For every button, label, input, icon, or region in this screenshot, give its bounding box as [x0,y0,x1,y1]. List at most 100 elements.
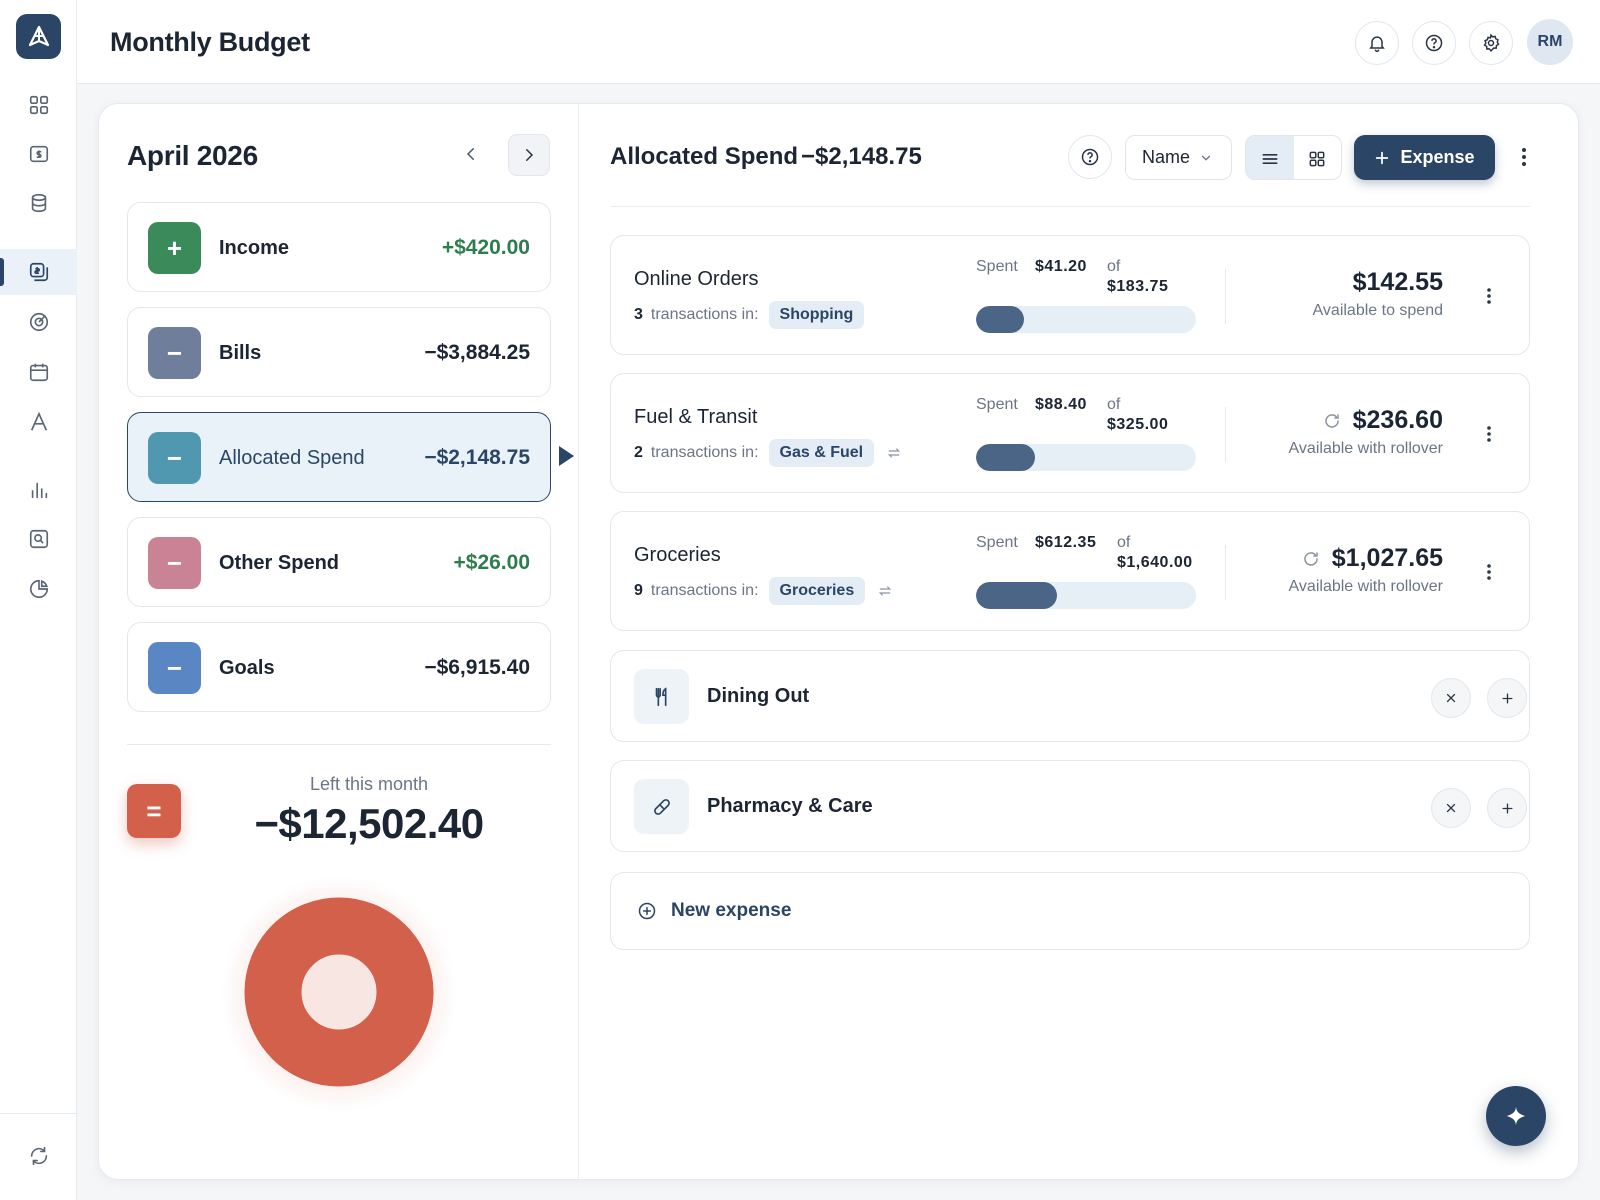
detail-help-button[interactable] [1068,135,1112,179]
category-allocated-spend[interactable]: − Allocated Spend −$2,148.75 [127,412,551,502]
category-amount: +$26.00 [453,551,531,574]
add-expense-label: Expense [1400,147,1475,167]
category-amount: +$420.00 [441,236,530,259]
category-panel: April 2026 + Income +$420.00 − Bills −$3… [99,104,579,1179]
progress-bar [976,306,1196,333]
budget-icon [29,262,48,282]
swap-icon[interactable] [886,445,902,461]
grid-icon [29,95,48,115]
spent-amount: $41.20 [1035,258,1087,275]
list-view-button[interactable] [1246,136,1294,179]
category-label: Income [219,237,290,259]
expense-row[interactable]: Fuel & Transit 2 transactions in: Gas & … [610,373,1530,493]
dismiss-button[interactable] [1431,678,1471,718]
sort-select[interactable]: Name [1125,135,1232,180]
settings-button[interactable] [1469,21,1513,65]
new-expense-button[interactable]: New expense [610,872,1530,950]
nav-money[interactable] [0,131,77,177]
spent-amount: $612.35 [1035,534,1097,551]
budget-card: April 2026 + Income +$420.00 − Bills −$3… [98,103,1579,1180]
nav-database[interactable] [0,180,77,226]
assistant-button[interactable] [1486,1086,1546,1146]
spent-label: Spent [976,396,1018,413]
nav-calendar[interactable] [0,349,77,395]
help-button[interactable] [1412,21,1456,65]
category-goals[interactable]: − Goals −$6,915.40 [127,622,551,712]
add-budget-button[interactable] [1487,788,1527,828]
kebab-icon [1487,426,1491,442]
add-expense-button[interactable]: Expense [1354,135,1495,180]
detail-title: Allocated Spend [610,143,799,170]
nav-insights[interactable] [0,566,77,612]
pie-chart-icon [29,579,48,599]
nav-sync[interactable] [0,1133,77,1179]
add-budget-button[interactable] [1487,678,1527,718]
sort-value: Name [1142,147,1191,167]
spent-label: Spent [976,534,1018,551]
row-divider [1225,407,1226,462]
category-amount: −$2,148.75 [424,446,530,469]
chevron-left-icon [466,148,474,160]
row-more-button[interactable] [1477,554,1501,590]
sparkle-icon [1506,1106,1526,1126]
detail-divider [610,206,1530,207]
category-tag[interactable]: Shopping [768,301,865,329]
target-icon [29,312,48,332]
summary-divider [127,744,551,745]
category-tag[interactable]: Gas & Fuel [768,439,875,467]
selection-pointer [559,446,574,466]
avatar[interactable]: RM [1527,19,1573,65]
dismiss-button[interactable] [1431,788,1471,828]
pill-icon [634,779,689,834]
page-title: Monthly Budget [110,27,310,57]
view-toggle [1245,135,1342,180]
nav-accounts[interactable] [0,399,77,445]
available-value: $236.60 [1352,406,1443,434]
category-bills[interactable]: − Bills −$3,884.25 [127,307,551,397]
help-icon [1081,148,1099,166]
help-icon [1425,34,1443,52]
kebab-icon [1487,288,1491,304]
of-label: of [1107,258,1121,275]
empty-expense-row[interactable]: Dining Out [610,650,1530,742]
previous-month-button[interactable] [451,134,491,174]
nav-search[interactable] [0,516,77,562]
minus-icon: − [148,432,201,484]
grid-view-button[interactable] [1294,136,1342,179]
calendar-icon [29,363,48,382]
more-options-button[interactable] [1509,137,1539,177]
bar-chart-icon [31,482,47,499]
progress-fill [976,582,1058,609]
category-other-spend[interactable]: − Other Spend +$26.00 [127,517,551,607]
summary-donut [219,874,459,1114]
row-more-button[interactable] [1477,278,1501,314]
month-title: April 2026 [127,140,258,171]
nav-dashboard[interactable] [0,82,77,128]
plus-circle-icon [638,902,656,920]
category-amount: −$6,915.40 [424,656,530,679]
sidebar [0,0,77,1200]
summary-amount: −$12,502.40 [254,800,484,847]
swap-icon[interactable] [877,583,893,599]
sync-icon [30,1146,47,1166]
of-label: of [1107,396,1121,413]
nav-budget[interactable] [0,249,77,295]
row-more-button[interactable] [1477,416,1501,452]
budget-amount: $325.00 [1107,416,1169,433]
nav-reports[interactable] [0,467,77,513]
nav-goals[interactable] [0,299,77,345]
expense-row[interactable]: Online Orders 3 transactions in: Shoppin… [610,235,1530,355]
expense-row[interactable]: Groceries 9 transactions in: Groceries S… [610,511,1530,631]
expense-name: Pharmacy & Care [707,795,873,817]
notifications-button[interactable] [1355,21,1399,65]
category-tag[interactable]: Groceries [768,577,866,605]
row-divider [1225,269,1226,324]
empty-expense-row[interactable]: Pharmacy & Care [610,760,1530,852]
of-label: of [1117,534,1131,551]
new-expense-label: New expense [671,900,792,921]
transaction-count: 2 [634,444,643,461]
next-month-button[interactable] [508,134,550,176]
category-income[interactable]: + Income +$420.00 [127,202,551,292]
app-logo[interactable] [16,14,61,59]
list-icon [1262,153,1278,164]
